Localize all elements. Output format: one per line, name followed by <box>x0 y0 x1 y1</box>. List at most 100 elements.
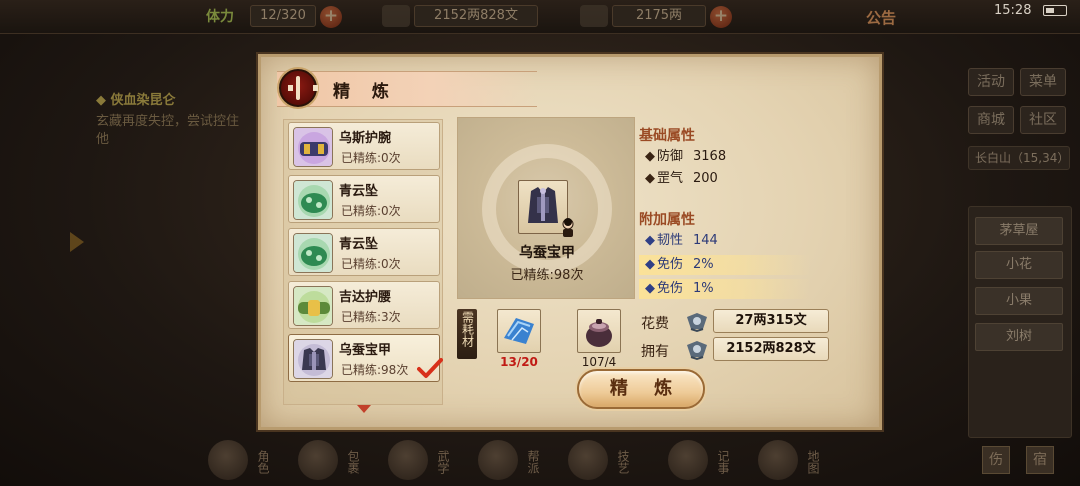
community-button[interactable]: 社区 <box>1020 106 1066 134</box>
nav-martial[interactable]: 武学 <box>380 436 454 482</box>
item-refine-count: 已精练:3次 <box>341 310 401 324</box>
cost-value: 27两315文 <box>713 309 829 333</box>
equipment-list[interactable]: 乌斯护腕 已精练:0次 青云坠 已精练:0次 青云坠 已精练:0次 吉达护腰 已… <box>283 119 443 405</box>
teapot-icon <box>568 440 608 480</box>
npc-list: 茅草屋 小花 小果 刘树 <box>968 206 1072 438</box>
copper-coin-icon <box>687 313 707 333</box>
npc-item[interactable]: 小果 <box>975 287 1063 315</box>
copper-icon <box>382 5 410 27</box>
quest-description: 玄藏再度失控，尝试控住他 <box>96 114 240 147</box>
nav-label: 记事 <box>716 450 730 474</box>
silver-value: 2175两 <box>612 5 706 27</box>
npc-item[interactable]: 刘树 <box>975 323 1063 351</box>
item-name: 青云坠 <box>339 237 379 252</box>
list-item[interactable]: 乌斯护腕 已精练:0次 <box>288 122 440 170</box>
battery-icon <box>1043 5 1067 16</box>
clock: 15:28 <box>994 3 1032 18</box>
item-name: 吉达护腰 <box>339 290 392 305</box>
item-refine-count: 已精练:0次 <box>341 151 401 165</box>
list-item-selected[interactable]: 乌蚕宝甲 已精练:98次 <box>288 334 443 382</box>
equipment-preview: 乌蚕宝甲 已精练:98次 <box>457 117 635 299</box>
copper-value: 2152两828文 <box>414 5 538 27</box>
item-name: 乌蚕宝甲 <box>339 343 392 358</box>
stamina-label: 体力 <box>206 9 234 25</box>
map-icon <box>758 440 798 480</box>
bag-icon <box>298 440 338 480</box>
stamina-plus-button[interactable]: + <box>320 6 342 28</box>
npc-item[interactable]: 茅草屋 <box>975 217 1063 245</box>
nav-guild[interactable]: 帮派 <box>470 436 544 482</box>
list-item[interactable]: 青云坠 已精练:0次 <box>288 175 440 223</box>
extra-attr-row-highlight: ◆ 免伤 1% <box>639 279 811 299</box>
nav-label: 包裹 <box>346 450 360 474</box>
nav-journal[interactable]: 记事 <box>660 436 734 482</box>
extra-attr-title: 附加属性 <box>639 212 695 228</box>
check-icon <box>417 358 443 378</box>
nav-label: 角色 <box>256 450 270 474</box>
pendant-icon <box>293 180 333 220</box>
item-name: 青云坠 <box>339 184 379 199</box>
own-label: 拥有 <box>641 344 669 360</box>
base-attr-row: ◆ 罡气 200 <box>645 171 718 186</box>
extra-attr-row-highlight: ◆ 免伤 2% <box>639 255 811 275</box>
menu-button[interactable]: 菜单 <box>1020 68 1066 96</box>
injury-button[interactable]: 伤 <box>982 446 1010 474</box>
shop-button[interactable]: 商城 <box>968 106 1014 134</box>
list-item[interactable]: 吉达护腰 已精练:3次 <box>288 281 440 329</box>
refine-emblem-icon <box>279 69 318 107</box>
attribute-panel: 基础属性 ◆ 防御 3168 ◆ 罡气 200 附加属性 ◆ 韧性 144 ◆ 免伤 2% ◆ 免… <box>639 123 819 303</box>
extra-attr-row: ◆ 韧性 144 <box>645 233 718 248</box>
material-count: 107/4 <box>581 355 617 369</box>
pot-icon <box>586 319 612 347</box>
book-icon <box>388 440 428 480</box>
nav-label: 地图 <box>806 450 820 474</box>
refine-button[interactable]: 精 炼 <box>577 369 705 409</box>
base-attr-title: 基础属性 <box>639 128 695 144</box>
material-slot[interactable] <box>577 309 621 353</box>
quest-title: ◆ 侠血染昆仑 <box>96 93 176 108</box>
item-name: 乌斯护腕 <box>339 131 392 146</box>
scroll-down-arrow-icon[interactable] <box>357 405 371 413</box>
right-side-panel: 活动 菜单 商城 社区 长白山（15,34） 茅草屋 小花 小果 刘树 <box>962 60 1074 480</box>
preview-item-name: 乌蚕宝甲 <box>519 245 575 261</box>
lodge-button[interactable]: 宿 <box>1026 446 1054 474</box>
location-label[interactable]: 长白山（15,34） <box>968 146 1070 170</box>
armor-icon <box>293 339 333 379</box>
stamina-value: 12/320 <box>250 5 316 27</box>
silver-ingot-icon <box>580 5 608 27</box>
nav-bag[interactable]: 包裹 <box>290 436 364 482</box>
own-value: 2152两828文 <box>713 337 829 361</box>
dialog-title: 精 炼 <box>333 82 397 102</box>
copper-coin-icon <box>687 341 707 361</box>
npc-item[interactable]: 小花 <box>975 251 1063 279</box>
bottom-nav-bar: 角色 包裹 武学 帮派 技艺 记事 地图 <box>190 432 840 486</box>
material-slot[interactable] <box>497 309 541 353</box>
belt-icon <box>293 286 333 326</box>
quest-tracker[interactable]: ◆ 侠血染昆仑 玄藏再度失控，尝试控住他 <box>96 92 246 149</box>
nav-map[interactable]: 地图 <box>750 436 824 482</box>
item-refine-count: 已精练:98次 <box>341 363 409 377</box>
preview-refine-count: 已精练:98次 <box>510 268 584 283</box>
refine-dialog: 精 炼 乌斯护腕 已精练:0次 青云坠 已精练:0次 青云坠 已精练:0次 吉达… <box>258 54 882 430</box>
nav-craft[interactable]: 技艺 <box>560 436 634 482</box>
activity-button[interactable]: 活动 <box>968 68 1014 96</box>
material-count: 13/20 <box>500 355 538 369</box>
nav-character[interactable]: 角色 <box>200 436 274 482</box>
notice-button[interactable]: 公告 <box>866 7 896 28</box>
silver-plus-button[interactable]: + <box>710 6 732 28</box>
top-resource-bar: 体力 12/320 + 2152两828文 2175两 + 公告 15:28 <box>0 0 1080 34</box>
nav-label: 帮派 <box>526 450 540 474</box>
scroll-icon <box>668 440 708 480</box>
yin-yang-icon <box>478 440 518 480</box>
list-item[interactable]: 青云坠 已精练:0次 <box>288 228 440 276</box>
cost-label: 花费 <box>641 316 669 332</box>
bracer-icon <box>293 127 333 167</box>
nav-label: 武学 <box>436 450 450 474</box>
item-refine-count: 已精练:0次 <box>341 257 401 271</box>
pendant-icon <box>293 233 333 273</box>
item-refine-count: 已精练:0次 <box>341 204 401 218</box>
nav-label: 技艺 <box>616 450 630 474</box>
character-avatar-icon <box>562 218 574 237</box>
character-icon <box>208 440 248 480</box>
base-attr-row: ◆ 防御 3168 <box>645 149 727 164</box>
